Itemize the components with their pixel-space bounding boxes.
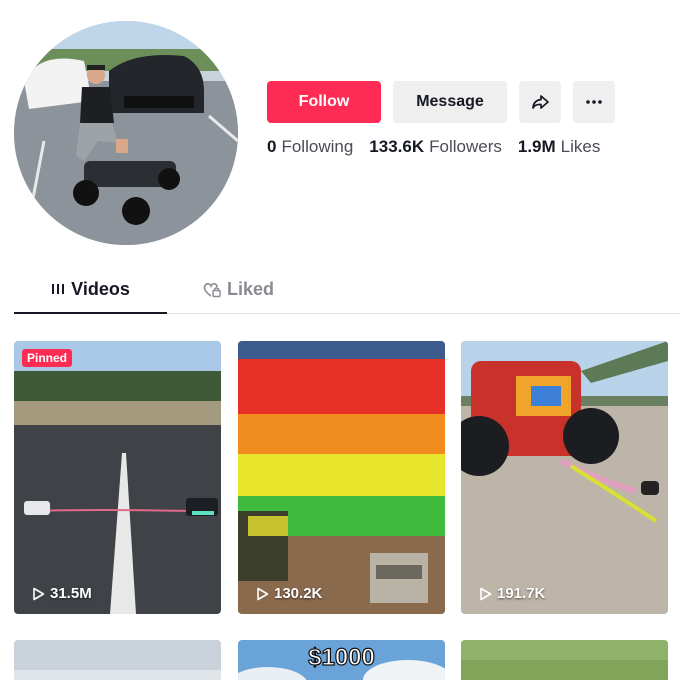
- following-label: Following: [281, 137, 354, 156]
- following-count: 0: [267, 137, 277, 156]
- view-count-value: 31.5M: [50, 585, 92, 602]
- likes-count: 1.9M: [517, 137, 556, 156]
- grid-icon: [52, 284, 65, 294]
- play-icon: [480, 587, 492, 600]
- more-button[interactable]: [573, 81, 615, 123]
- video-thumbnail: [238, 341, 445, 614]
- video-thumbnail: [461, 640, 668, 680]
- tab-liked-label: Liked: [227, 279, 275, 299]
- video-card[interactable]: 191.7K: [461, 341, 668, 614]
- view-count-value: 130.2K: [274, 585, 323, 602]
- likes-label: Likes: [560, 137, 601, 156]
- message-button[interactable]: Message: [393, 81, 507, 123]
- profile-actions: Follow Message: [267, 81, 615, 123]
- video-card[interactable]: [14, 640, 221, 680]
- play-icon: [257, 587, 269, 600]
- video-card[interactable]: $1000: [238, 640, 445, 680]
- view-count: 130.2K: [256, 585, 322, 602]
- following-stat[interactable]: 0 Following: [267, 137, 353, 157]
- likes-stat: 1.9M Likes: [518, 137, 600, 157]
- view-count: 191.7K: [479, 585, 545, 602]
- video-thumbnail: [14, 341, 221, 614]
- video-card[interactable]: [461, 640, 668, 680]
- view-count-value: 191.7K: [497, 585, 546, 602]
- view-count: 31.5M: [32, 585, 92, 602]
- tab-videos[interactable]: Videos: [14, 270, 167, 314]
- avatar-image: [14, 21, 238, 245]
- profile-stats: 0 Following 133.6K Followers 1.9M Likes: [267, 137, 600, 157]
- video-card[interactable]: 130.2K: [238, 341, 445, 614]
- profile-tabs: Videos Liked: [14, 270, 680, 314]
- profile-avatar[interactable]: [14, 21, 238, 245]
- more-icon: [586, 100, 602, 104]
- followers-count: 133.6K: [369, 137, 425, 156]
- pinned-badge: Pinned: [22, 349, 73, 367]
- play-icon: [33, 587, 45, 600]
- followers-stat[interactable]: 133.6K Followers: [369, 137, 502, 157]
- followers-label: Followers: [429, 137, 502, 156]
- video-thumbnail: [14, 640, 221, 680]
- heart-lock-icon: [203, 283, 221, 298]
- tab-liked[interactable]: Liked: [203, 270, 274, 314]
- share-icon: [532, 95, 549, 109]
- video-card[interactable]: Pinned 31.5M: [14, 341, 221, 614]
- share-button[interactable]: [519, 81, 561, 123]
- tab-videos-label: Videos: [71, 279, 130, 299]
- follow-button[interactable]: Follow: [267, 81, 381, 123]
- video-thumbnail: [461, 341, 668, 614]
- video-overlay-text: $1000: [308, 643, 376, 671]
